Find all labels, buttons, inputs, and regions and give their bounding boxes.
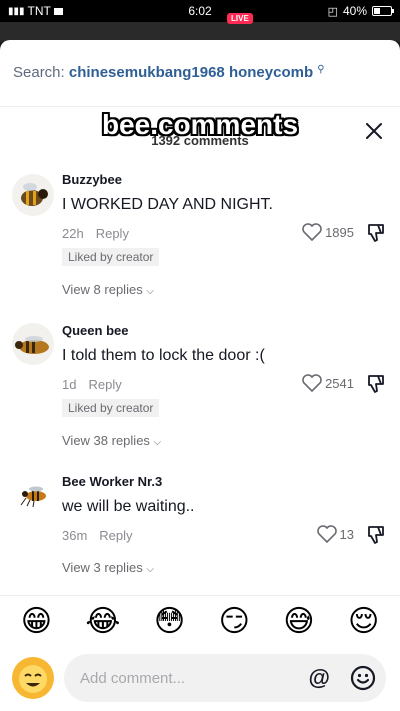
flushed-emoji-icon[interactable]: 😳 xyxy=(154,606,185,637)
chevron-down-icon: ⌵ xyxy=(146,286,154,297)
liked-by-creator-badge: Liked by creator xyxy=(62,399,160,417)
video-background xyxy=(0,22,400,42)
like-button[interactable]: 2541 xyxy=(302,374,354,392)
grinning-emoji-icon[interactable]: 😁 xyxy=(21,606,52,637)
bee-avatar-icon xyxy=(12,474,54,516)
like-count: 2541 xyxy=(325,375,354,391)
live-badge[interactable]: LIVE xyxy=(227,13,253,24)
comment-username[interactable]: Queen bee xyxy=(62,323,128,338)
chevron-down-icon: ⌵ xyxy=(153,437,162,448)
smile-avatar-icon xyxy=(12,657,54,699)
search-suggestion[interactable]: Search: chinesemukbang1968 honeycomb ⚲ xyxy=(13,64,325,81)
carrier-name: TNT xyxy=(27,4,51,18)
comment-username[interactable]: Bee Worker Nr.3 xyxy=(62,474,162,489)
liked-by-creator-badge: Liked by creator xyxy=(62,248,160,266)
video-icon xyxy=(53,7,63,15)
thumbs-down-icon[interactable] xyxy=(366,525,386,545)
relieved-emoji-icon[interactable]: 😌 xyxy=(348,606,379,637)
comment-meta: 1d Reply xyxy=(62,377,122,392)
comment-meta: 22h Reply xyxy=(62,226,129,241)
comment-username[interactable]: Buzzybee xyxy=(62,172,122,187)
signal-icon: ▮▮▮ xyxy=(8,5,25,17)
tears-of-joy-emoji-icon[interactable]: 😂 xyxy=(85,606,120,637)
view-replies-label: View 8 replies xyxy=(62,282,143,297)
view-replies-label: View 38 replies xyxy=(62,433,150,448)
heart-icon xyxy=(302,223,322,241)
comment-meta: 36m Reply xyxy=(62,528,133,543)
avatar[interactable] xyxy=(12,474,54,516)
battery-percent: 40% xyxy=(342,4,367,18)
mention-button[interactable]: @ xyxy=(309,665,330,691)
view-replies-label: View 3 replies xyxy=(62,560,143,575)
status-bar: ▮▮▮ TNT 6:02 ◰ 40% xyxy=(0,0,400,22)
comment-time: 22h xyxy=(62,226,84,241)
comment-text: I told them to lock the door :( xyxy=(62,347,265,364)
battery-icon xyxy=(372,6,394,16)
emoji-picker-icon[interactable] xyxy=(350,665,376,691)
close-icon[interactable] xyxy=(364,121,384,141)
comment-time: 36m xyxy=(62,528,88,543)
like-count: 1895 xyxy=(325,224,354,240)
comment-time: 1d xyxy=(62,377,77,392)
like-button[interactable]: 1895 xyxy=(302,223,354,241)
thumbs-down-icon[interactable] xyxy=(366,374,386,394)
bee-avatar-icon xyxy=(12,323,54,365)
reply-button[interactable]: Reply xyxy=(96,226,129,241)
reply-button[interactable]: Reply xyxy=(99,528,132,543)
comments-sheet: Search: chinesemukbang1968 honeycomb ⚲ 1… xyxy=(0,40,400,711)
heart-icon xyxy=(316,525,337,543)
bee-avatar-icon xyxy=(12,174,54,216)
comment-text: we will be waiting.. xyxy=(62,498,195,515)
comment-input-row: @ xyxy=(0,652,400,708)
comments-header: 1392 comments bee.comments xyxy=(0,106,400,154)
comment-text: I WORKED DAY AND NIGHT. xyxy=(62,196,273,213)
sweat-smile-emoji-icon[interactable]: 😅 xyxy=(283,606,314,637)
search-icon: ⚲ xyxy=(317,64,325,75)
heart-icon xyxy=(302,374,322,392)
thumbs-down-icon[interactable] xyxy=(366,223,386,243)
view-replies-button[interactable]: View 3 replies ⌵ xyxy=(62,560,154,575)
like-button[interactable]: 13 xyxy=(316,525,354,543)
view-replies-button[interactable]: View 38 replies ⌵ xyxy=(62,433,161,448)
search-query[interactable]: chinesemukbang1968 honeycomb xyxy=(69,64,313,81)
avatar[interactable] xyxy=(12,174,54,216)
reply-button[interactable]: Reply xyxy=(88,377,121,392)
avatar[interactable] xyxy=(12,323,54,365)
like-count: 13 xyxy=(339,526,354,542)
emoji-quick-bar: 😁 😂 😳 😏 😅 😌 xyxy=(0,595,400,647)
overlay-caption: bee.comments xyxy=(101,109,299,140)
comment-input-box[interactable]: @ xyxy=(64,654,386,702)
cast-icon: ◰ xyxy=(327,5,338,18)
chevron-down-icon: ⌵ xyxy=(146,564,154,575)
smirk-emoji-icon[interactable]: 😏 xyxy=(219,606,250,637)
my-avatar[interactable] xyxy=(12,657,54,699)
comment-input[interactable] xyxy=(80,666,280,690)
search-label: Search: xyxy=(13,64,65,81)
view-replies-button[interactable]: View 8 replies ⌵ xyxy=(62,282,154,297)
